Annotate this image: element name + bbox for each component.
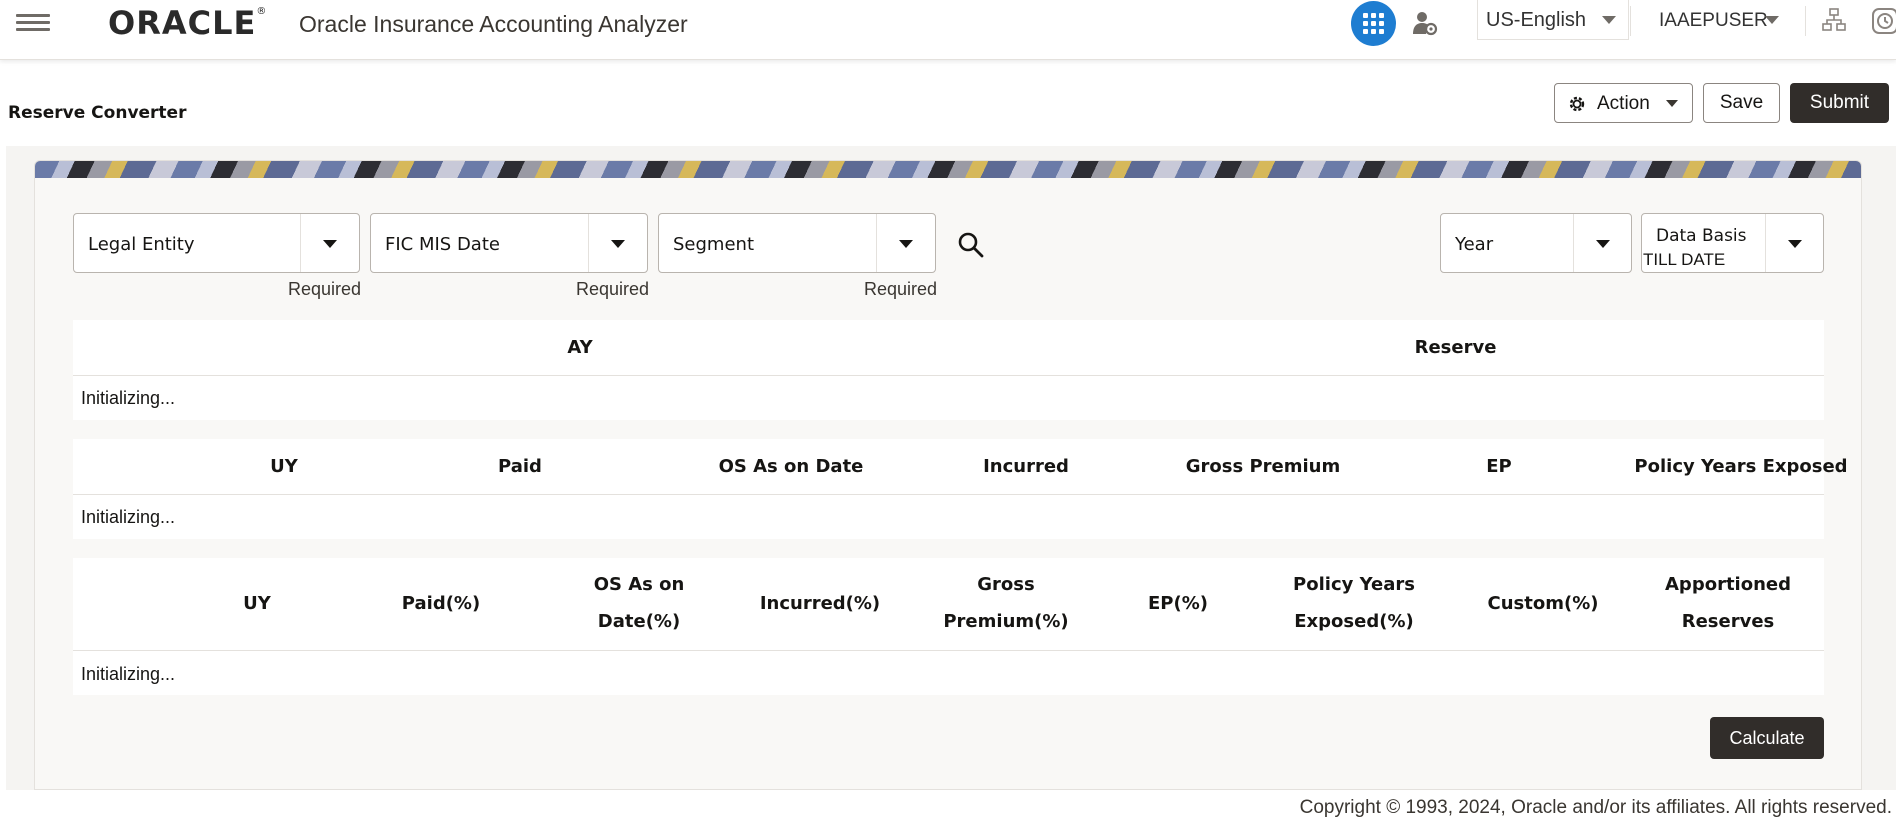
data-basis-value: TILL DATE xyxy=(1643,250,1726,269)
column-header[interactable]: Apportioned Reserves xyxy=(1653,566,1803,640)
select-divider xyxy=(300,214,301,272)
select-divider xyxy=(876,214,877,272)
decorative-banner xyxy=(35,161,1861,178)
user-name: IAAEPUSER xyxy=(1659,10,1768,31)
chevron-down-icon xyxy=(899,240,913,248)
chevron-down-icon xyxy=(1765,16,1779,24)
table-header-row: UY Paid(%) OS As on Date(%) Incurred(%) … xyxy=(73,558,1824,651)
chevron-down-icon xyxy=(611,240,625,248)
fic-mis-date-required: Required xyxy=(576,279,650,299)
user-menu[interactable]: IAAEPUSER xyxy=(1655,6,1785,36)
column-header[interactable]: UY xyxy=(191,448,377,485)
column-header[interactable]: OS As on Date xyxy=(663,448,919,485)
hamburger-menu-icon[interactable] xyxy=(16,10,50,36)
column-header[interactable]: EP xyxy=(1371,448,1627,485)
calculate-button[interactable]: Calculate xyxy=(1710,717,1824,759)
oracle-logo: ORACLE® xyxy=(108,4,268,42)
app-title: Oracle Insurance Accounting Analyzer xyxy=(299,11,688,37)
select-divider xyxy=(1573,214,1574,272)
header-divider xyxy=(1805,6,1806,36)
submit-button[interactable]: Submit xyxy=(1790,83,1889,123)
legal-entity-select[interactable]: Legal Entity xyxy=(73,213,360,273)
column-header[interactable]: Incurred xyxy=(899,448,1153,485)
language-value: US-English xyxy=(1486,9,1587,31)
uy-percentage-table: UY Paid(%) OS As on Date(%) Incurred(%) … xyxy=(73,558,1824,695)
column-header[interactable]: Paid xyxy=(427,448,613,485)
segment-required: Required xyxy=(864,279,938,299)
apps-grid-button[interactable] xyxy=(1351,1,1396,46)
chevron-down-icon xyxy=(1666,100,1678,107)
ay-reserve-table: AY Reserve Initializing... xyxy=(73,320,1824,420)
column-header[interactable]: Gross Premium xyxy=(1135,448,1391,485)
chevron-down-icon xyxy=(1788,240,1802,248)
table-status: Initializing... xyxy=(81,664,176,684)
search-icon[interactable] xyxy=(957,231,985,259)
fic-mis-date-label: FIC MIS Date xyxy=(385,234,500,255)
column-header[interactable]: Incurred(%) xyxy=(735,585,905,622)
column-header[interactable]: OS As on Date(%) xyxy=(579,566,699,640)
year-select[interactable]: Year xyxy=(1440,213,1632,273)
chevron-down-icon xyxy=(1602,16,1616,24)
data-basis-label: Data Basis xyxy=(1656,226,1747,246)
column-header[interactable]: EP(%) xyxy=(1103,585,1253,622)
column-header[interactable]: Policy Years Exposed xyxy=(1607,448,1875,485)
column-header[interactable]: UY xyxy=(185,585,329,622)
chevron-down-icon xyxy=(1596,240,1610,248)
gear-icon xyxy=(1569,96,1585,112)
column-header[interactable]: Reserve xyxy=(1087,329,1824,366)
legal-entity-required: Required xyxy=(288,279,362,299)
copyright-footer: Copyright © 1993, 2024, Oracle and/or it… xyxy=(1299,797,1892,818)
select-divider xyxy=(1765,214,1766,272)
table-header-row: AY Reserve xyxy=(73,320,1824,376)
data-basis-select[interactable]: Data Basis TILL DATE xyxy=(1641,213,1824,273)
table-status: Initializing... xyxy=(81,507,176,527)
fic-mis-date-select[interactable]: FIC MIS Date xyxy=(370,213,648,273)
uy-amounts-table: UY Paid OS As on Date Incurred Gross Pre… xyxy=(73,439,1848,539)
grid-icon xyxy=(1363,13,1384,34)
select-divider xyxy=(588,214,589,272)
action-button[interactable]: Action xyxy=(1554,83,1693,123)
segment-select[interactable]: Segment xyxy=(658,213,936,273)
user-settings-icon[interactable] xyxy=(1412,10,1438,36)
page-title: Reserve Converter xyxy=(8,103,187,123)
hierarchy-icon[interactable] xyxy=(1822,8,1846,32)
language-select[interactable]: US-English xyxy=(1477,0,1629,40)
chevron-down-icon xyxy=(323,240,337,248)
segment-label: Segment xyxy=(673,234,754,255)
legal-entity-label: Legal Entity xyxy=(88,234,195,255)
save-button[interactable]: Save xyxy=(1703,83,1780,123)
column-header[interactable]: Gross Premium(%) xyxy=(929,566,1083,640)
year-label: Year xyxy=(1455,234,1494,255)
column-header[interactable]: Policy Years Exposed(%) xyxy=(1269,566,1439,640)
column-header[interactable]: AY xyxy=(73,329,1087,366)
table-status: Initializing... xyxy=(81,388,176,408)
column-header[interactable]: Paid(%) xyxy=(369,585,513,622)
action-label: Action xyxy=(1597,93,1650,114)
clock-icon[interactable] xyxy=(1872,8,1896,34)
header-divider xyxy=(1630,6,1631,36)
table-header-row: UY Paid OS As on Date Incurred Gross Pre… xyxy=(73,439,1848,495)
app-header: ORACLE® Oracle Insurance Accounting Anal… xyxy=(0,0,1896,60)
column-header[interactable]: Custom(%) xyxy=(1465,585,1621,622)
